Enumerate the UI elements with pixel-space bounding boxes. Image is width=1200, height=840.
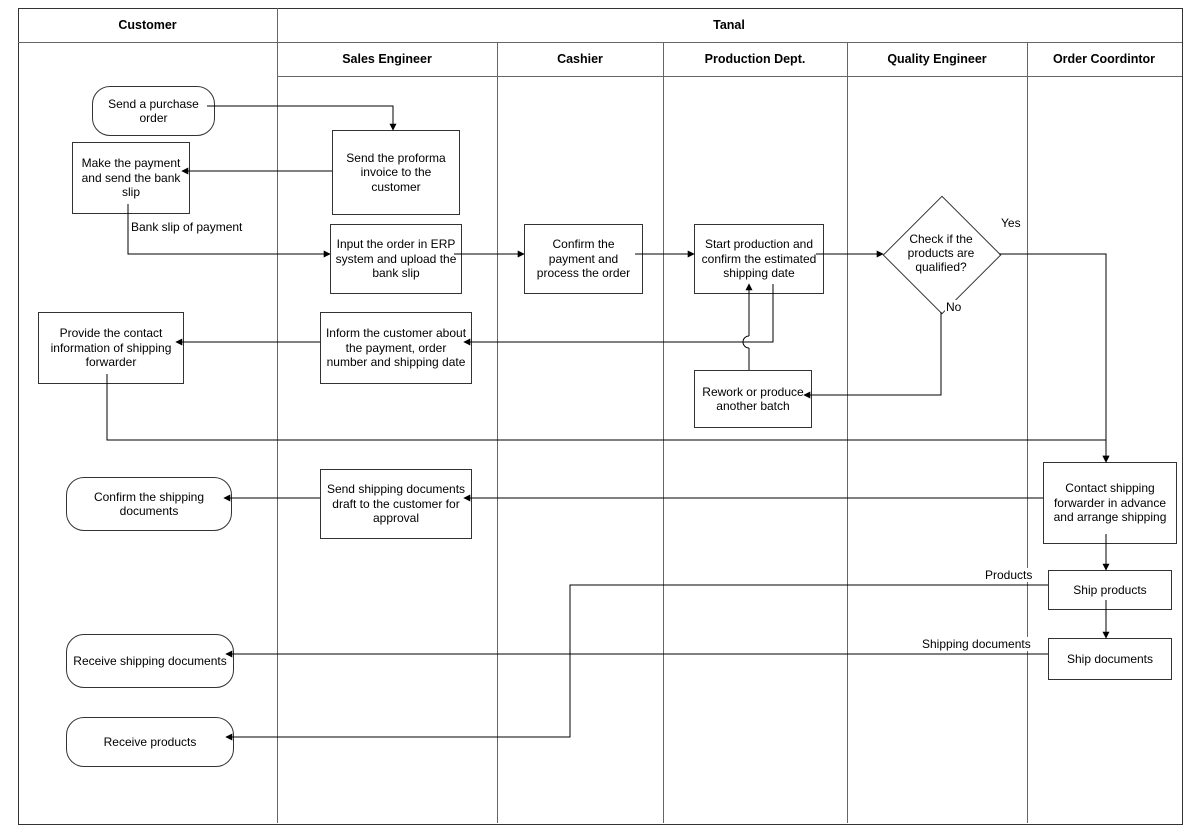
sublane-order-coord: Order Coordintor [1027, 42, 1181, 76]
node-inform-customer: Inform the customer about the payment, o… [320, 312, 472, 384]
node-input-erp: Input the order in ERP system and upload… [330, 224, 462, 294]
node-confirm-docs: Confirm the shipping documents [66, 477, 232, 531]
node-receive-products: Receive products [66, 717, 234, 767]
sublane-sales-engineer: Sales Engineer [277, 42, 497, 76]
sublane-cashier: Cashier [497, 42, 663, 76]
node-start-production: Start production and confirm the estimat… [694, 224, 824, 294]
lane-header-tanal: Tanal [277, 8, 1181, 42]
node-check-qualified-label: Check if the products are qualified? [885, 228, 997, 280]
sublane-production: Production Dept. [663, 42, 847, 76]
node-make-payment: Make the payment and send the bank slip [72, 142, 190, 214]
node-ship-documents: Ship documents [1048, 638, 1172, 680]
lane-header-customer: Customer [18, 8, 277, 42]
label-yes: Yes [1000, 216, 1022, 230]
node-rework: Rework or produce another batch [694, 370, 812, 428]
node-send-proforma: Send the proforma invoice to the custome… [332, 130, 460, 215]
node-contact-forwarder: Contact shipping forwarder in advance an… [1043, 462, 1177, 544]
node-receive-docs: Receive shipping documents [66, 634, 234, 688]
node-send-po: Send a purchase order [92, 86, 215, 136]
node-send-draft-docs: Send shipping documents draft to the cus… [320, 469, 472, 539]
label-products: Products [984, 568, 1033, 582]
node-provide-forwarder: Provide the contact information of shipp… [38, 312, 184, 384]
node-ship-products: Ship products [1048, 570, 1172, 610]
label-shipping-docs: Shipping documents [921, 637, 1032, 651]
label-no: No [945, 300, 962, 314]
label-bank-slip: Bank slip of payment [130, 220, 243, 234]
node-confirm-payment: Confirm the payment and process the orde… [524, 224, 643, 294]
sublane-quality: Quality Engineer [847, 42, 1027, 76]
